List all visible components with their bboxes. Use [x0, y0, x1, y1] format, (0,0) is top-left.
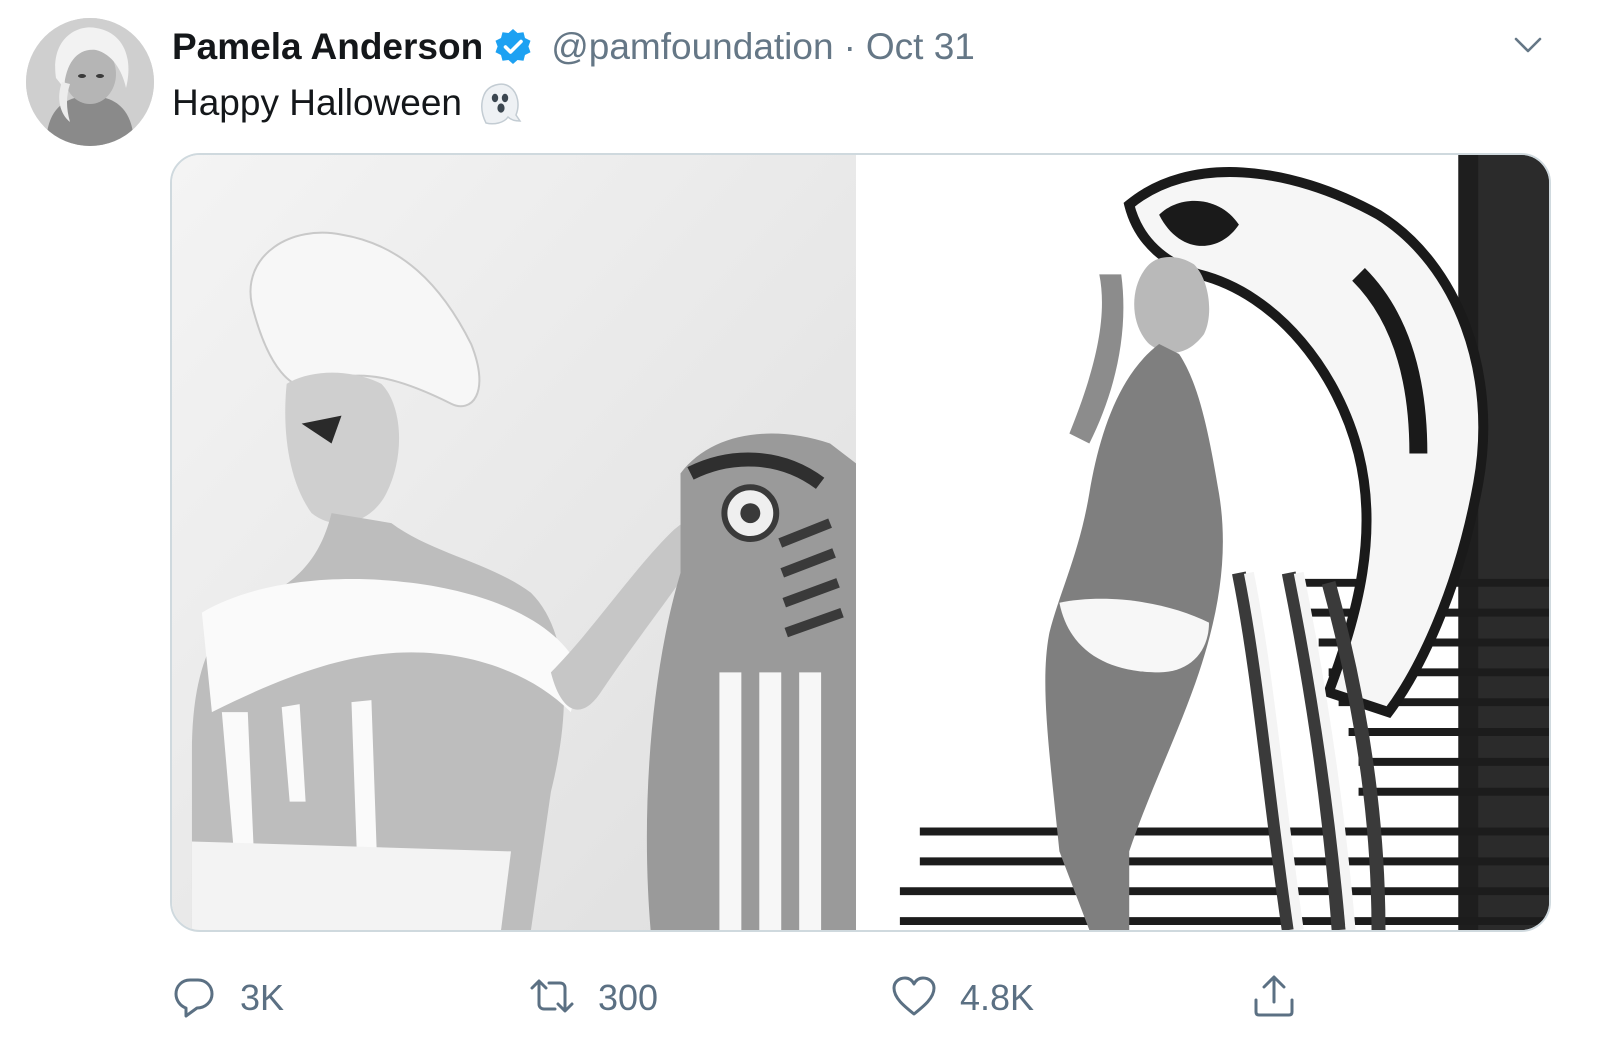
reply-count: 3K	[240, 977, 285, 1018]
reply-icon	[170, 972, 218, 1025]
like-button[interactable]: 4.8K	[890, 968, 1034, 1028]
tweet-media-grid	[170, 153, 1551, 932]
author-name[interactable]: Pamela Anderson	[172, 26, 483, 68]
tweet-text-content: Happy Halloween	[172, 82, 463, 123]
avatar[interactable]	[26, 18, 154, 146]
share-icon	[1250, 972, 1298, 1025]
reply-button[interactable]: 3K	[170, 968, 284, 1028]
retweet-icon	[528, 972, 576, 1025]
avatar-photo	[26, 18, 154, 146]
tweet-actions-bar: 3K 300 4.8K	[0, 968, 1600, 1028]
retweet-count: 300	[598, 977, 659, 1018]
tweet-date[interactable]: Oct 31	[866, 26, 975, 68]
heart-icon	[890, 972, 938, 1025]
like-count: 4.8K	[960, 977, 1035, 1018]
chevron-down-icon[interactable]	[1510, 32, 1546, 58]
verified-badge-icon	[493, 27, 533, 67]
media-photo-2[interactable]	[860, 155, 1549, 930]
share-button[interactable]	[1250, 968, 1298, 1028]
ghost-emoji-icon	[474, 79, 524, 127]
author-handle[interactable]: @pamfoundation	[551, 26, 833, 68]
retweet-button[interactable]: 300	[528, 968, 658, 1028]
tweet-header: Pamela Anderson @pamfoundation · Oct 31	[172, 22, 975, 72]
tweet-text: Happy Halloween	[172, 78, 524, 128]
media-photo-1[interactable]	[172, 155, 857, 930]
separator-dot: ·	[843, 26, 856, 67]
